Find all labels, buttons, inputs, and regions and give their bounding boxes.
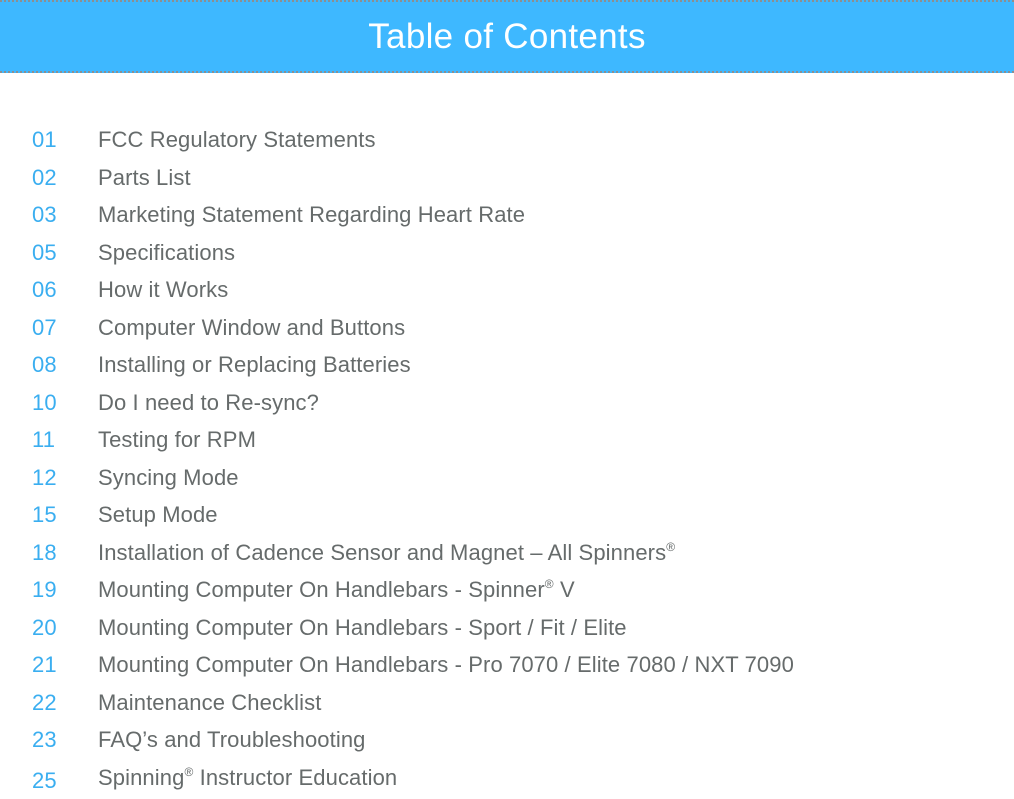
toc-entry-title: Maintenance Checklist [98, 684, 321, 722]
toc-entry-title: Parts List [98, 159, 191, 197]
toc-page-number: 18 [32, 534, 82, 572]
toc-entry-title: Testing for RPM [98, 421, 256, 459]
toc-entry-title: Installation of Cadence Sensor and Magne… [98, 534, 675, 572]
toc-entry-title: Setup Mode [98, 496, 218, 534]
toc-entry[interactable]: 10 Do I need to Re-sync? [0, 384, 1014, 422]
toc-entry[interactable]: 23 FAQ’s and Troubleshooting [0, 721, 1014, 759]
toc-entry[interactable]: 22 Maintenance Checklist [0, 684, 1014, 722]
toc-entry-title: Syncing Mode [98, 459, 239, 497]
page-title: Table of Contents [368, 17, 646, 57]
toc-page-number: 11 [32, 421, 82, 459]
toc-page-number: 22 [32, 684, 82, 722]
toc-page-number: 21 [32, 646, 82, 684]
toc-entry[interactable]: 21 Mounting Computer On Handlebars - Pro… [0, 646, 1014, 684]
toc-page-number: 20 [32, 609, 82, 647]
toc-entry[interactable]: 02 Parts List [0, 159, 1014, 197]
registered-mark: ® [545, 577, 554, 591]
toc-entry-title: Spinning® Instructor Education [98, 759, 397, 797]
table-of-contents-list: 01 FCC Regulatory Statements 02 Parts Li… [0, 121, 1014, 796]
toc-entry-title: Marketing Statement Regarding Heart Rate [98, 196, 525, 234]
toc-page-number: 06 [32, 271, 82, 309]
toc-page-number: 01 [32, 121, 82, 159]
toc-page-number: 15 [32, 496, 82, 534]
toc-entry-title: FCC Regulatory Statements [98, 121, 376, 159]
toc-page-number: 07 [32, 309, 82, 347]
toc-page-number: 12 [32, 459, 82, 497]
toc-entry[interactable]: 11 Testing for RPM [0, 421, 1014, 459]
toc-entry[interactable]: 12 Syncing Mode [0, 459, 1014, 497]
toc-entry[interactable]: 03 Marketing Statement Regarding Heart R… [0, 196, 1014, 234]
toc-entry[interactable]: 19 Mounting Computer On Handlebars - Spi… [0, 571, 1014, 609]
toc-page-number: 23 [32, 721, 82, 759]
toc-entry-title: Computer Window and Buttons [98, 309, 405, 347]
toc-entry-title: Specifications [98, 234, 235, 272]
toc-page-number: 03 [32, 196, 82, 234]
toc-entry[interactable]: 15 Setup Mode [0, 496, 1014, 534]
toc-entry-title: How it Works [98, 271, 228, 309]
toc-page-number: 19 [32, 571, 82, 609]
toc-entry[interactable]: 06 How it Works [0, 271, 1014, 309]
toc-entry-title: Mounting Computer On Handlebars - Spinne… [98, 571, 575, 609]
toc-entry-title: Installing or Replacing Batteries [98, 346, 411, 384]
toc-entry[interactable]: 08 Installing or Replacing Batteries [0, 346, 1014, 384]
toc-entry[interactable]: 20 Mounting Computer On Handlebars - Spo… [0, 609, 1014, 647]
toc-entry-title: Do I need to Re-sync? [98, 384, 319, 422]
toc-entry[interactable]: 01 FCC Regulatory Statements [0, 121, 1014, 159]
toc-entry-title: Mounting Computer On Handlebars - Pro 70… [98, 646, 794, 684]
toc-entry[interactable]: 07 Computer Window and Buttons [0, 309, 1014, 347]
toc-entry[interactable]: 25 Spinning® Instructor Education [0, 759, 1014, 797]
toc-header-banner: Table of Contents [0, 0, 1014, 73]
toc-page-number: 05 [32, 234, 82, 272]
toc-page-number: 25 [32, 762, 82, 799]
toc-entry[interactable]: 18 Installation of Cadence Sensor and Ma… [0, 534, 1014, 572]
toc-page-number: 02 [32, 159, 82, 197]
toc-entry[interactable]: 05 Specifications [0, 234, 1014, 272]
toc-entry-title: FAQ’s and Troubleshooting [98, 721, 366, 759]
registered-mark: ® [666, 540, 675, 554]
toc-entry-title: Mounting Computer On Handlebars - Sport … [98, 609, 627, 647]
toc-page-number: 10 [32, 384, 82, 422]
toc-page-number: 08 [32, 346, 82, 384]
